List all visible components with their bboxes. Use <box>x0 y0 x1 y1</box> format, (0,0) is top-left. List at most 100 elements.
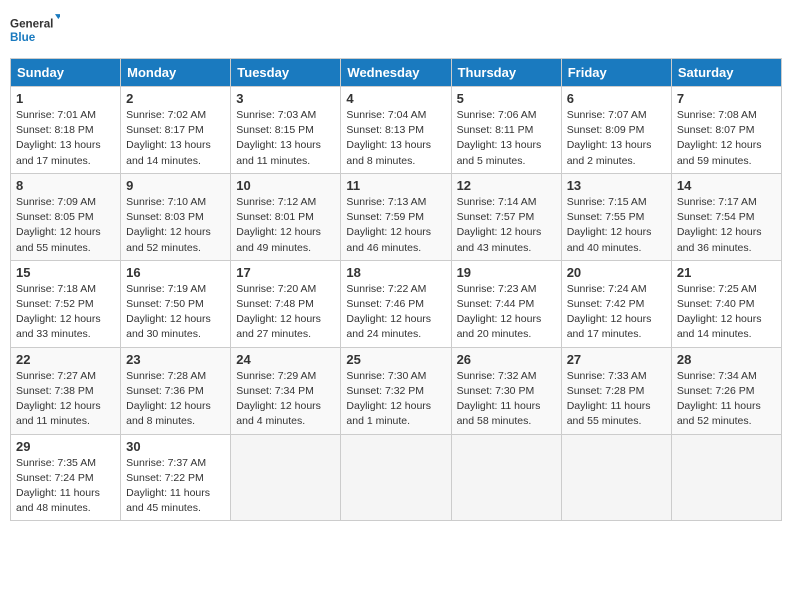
cell-info: Sunrise: 7:10 AMSunset: 8:03 PMDaylight:… <box>126 195 225 256</box>
calendar-cell: 12 Sunrise: 7:14 AMSunset: 7:57 PMDayligh… <box>451 173 561 260</box>
col-header-sunday: Sunday <box>11 59 121 87</box>
day-number: 4 <box>346 91 445 106</box>
page-header: General Blue <box>10 10 782 50</box>
cell-info: Sunrise: 7:19 AMSunset: 7:50 PMDaylight:… <box>126 282 225 343</box>
calendar-cell: 1 Sunrise: 7:01 AMSunset: 8:18 PMDaylight… <box>11 87 121 174</box>
day-number: 18 <box>346 265 445 280</box>
cell-info: Sunrise: 7:13 AMSunset: 7:59 PMDaylight:… <box>346 195 445 256</box>
week-row-3: 15Sunrise: 7:18 AMSunset: 7:52 PMDayligh… <box>11 260 782 347</box>
cell-info: Sunrise: 7:28 AMSunset: 7:36 PMDaylight:… <box>126 369 225 430</box>
day-number: 22 <box>16 352 115 367</box>
calendar-cell: 16 Sunrise: 7:19 AMSunset: 7:50 PMDayligh… <box>121 260 231 347</box>
calendar-cell <box>451 434 561 521</box>
calendar-cell: 3 Sunrise: 7:03 AMSunset: 8:15 PMDaylight… <box>231 87 341 174</box>
cell-info: Sunrise: 7:15 AMSunset: 7:55 PMDaylight:… <box>567 195 666 256</box>
day-number: 10 <box>236 178 335 193</box>
day-number: 14 <box>677 178 776 193</box>
day-number: 2 <box>126 91 225 106</box>
calendar-cell: 6Sunrise: 7:07 AMSunset: 8:09 PMDaylight… <box>561 87 671 174</box>
day-number: 7 <box>677 91 776 106</box>
day-number: 20 <box>567 265 666 280</box>
cell-info: Sunrise: 7:12 AMSunset: 8:01 PMDaylight:… <box>236 195 335 256</box>
calendar-cell: 27Sunrise: 7:33 AMSunset: 7:28 PMDayligh… <box>561 347 671 434</box>
calendar-cell <box>231 434 341 521</box>
day-number: 23 <box>126 352 225 367</box>
week-row-1: 1 Sunrise: 7:01 AMSunset: 8:18 PMDaylight… <box>11 87 782 174</box>
calendar-cell: 17Sunrise: 7:20 AMSunset: 7:48 PMDayligh… <box>231 260 341 347</box>
calendar-cell: 2 Sunrise: 7:02 AMSunset: 8:17 PMDaylight… <box>121 87 231 174</box>
cell-info: Sunrise: 7:33 AMSunset: 7:28 PMDaylight:… <box>567 369 666 430</box>
calendar-cell: 29 Sunrise: 7:35 AMSunset: 7:24 PMDayligh… <box>11 434 121 521</box>
day-number: 30 <box>126 439 225 454</box>
cell-info: Sunrise: 7:03 AMSunset: 8:15 PMDaylight:… <box>236 108 335 169</box>
week-row-5: 29 Sunrise: 7:35 AMSunset: 7:24 PMDayligh… <box>11 434 782 521</box>
cell-info: Sunrise: 7:22 AMSunset: 7:46 PMDaylight:… <box>346 282 445 343</box>
calendar-cell: 11 Sunrise: 7:13 AMSunset: 7:59 PMDayligh… <box>341 173 451 260</box>
cell-info: Sunrise: 7:27 AMSunset: 7:38 PMDaylight:… <box>16 369 115 430</box>
cell-info: Sunrise: 7:29 AMSunset: 7:34 PMDaylight:… <box>236 369 335 430</box>
calendar-cell: 26 Sunrise: 7:32 AMSunset: 7:30 PMDayligh… <box>451 347 561 434</box>
header-row: SundayMondayTuesdayWednesdayThursdayFrid… <box>11 59 782 87</box>
day-number: 12 <box>457 178 556 193</box>
calendar-cell: 30 Sunrise: 7:37 AMSunset: 7:22 PMDayligh… <box>121 434 231 521</box>
calendar-cell: 8 Sunrise: 7:09 AMSunset: 8:05 PMDaylight… <box>11 173 121 260</box>
col-header-saturday: Saturday <box>671 59 781 87</box>
calendar-table: SundayMondayTuesdayWednesdayThursdayFrid… <box>10 58 782 521</box>
calendar-cell: 20 Sunrise: 7:24 AMSunset: 7:42 PMDayligh… <box>561 260 671 347</box>
col-header-friday: Friday <box>561 59 671 87</box>
cell-info: Sunrise: 7:30 AMSunset: 7:32 PMDaylight:… <box>346 369 445 430</box>
calendar-cell: 22 Sunrise: 7:27 AMSunset: 7:38 PMDayligh… <box>11 347 121 434</box>
calendar-cell: 18 Sunrise: 7:22 AMSunset: 7:46 PMDayligh… <box>341 260 451 347</box>
calendar-cell: 23 Sunrise: 7:28 AMSunset: 7:36 PMDayligh… <box>121 347 231 434</box>
calendar-cell: 7 Sunrise: 7:08 AMSunset: 8:07 PMDaylight… <box>671 87 781 174</box>
day-number: 19 <box>457 265 556 280</box>
cell-info: Sunrise: 7:06 AMSunset: 8:11 PMDaylight:… <box>457 108 556 169</box>
cell-info: Sunrise: 7:08 AMSunset: 8:07 PMDaylight:… <box>677 108 776 169</box>
cell-info: Sunrise: 7:02 AMSunset: 8:17 PMDaylight:… <box>126 108 225 169</box>
cell-info: Sunrise: 7:18 AMSunset: 7:52 PMDaylight:… <box>16 282 115 343</box>
cell-info: Sunrise: 7:07 AMSunset: 8:09 PMDaylight:… <box>567 108 666 169</box>
cell-info: Sunrise: 7:14 AMSunset: 7:57 PMDaylight:… <box>457 195 556 256</box>
calendar-cell <box>561 434 671 521</box>
col-header-thursday: Thursday <box>451 59 561 87</box>
day-number: 26 <box>457 352 556 367</box>
day-number: 11 <box>346 178 445 193</box>
calendar-cell: 28Sunrise: 7:34 AMSunset: 7:26 PMDayligh… <box>671 347 781 434</box>
day-number: 5 <box>457 91 556 106</box>
calendar-cell: 14 Sunrise: 7:17 AMSunset: 7:54 PMDayligh… <box>671 173 781 260</box>
cell-info: Sunrise: 7:25 AMSunset: 7:40 PMDaylight:… <box>677 282 776 343</box>
calendar-cell: 9 Sunrise: 7:10 AMSunset: 8:03 PMDaylight… <box>121 173 231 260</box>
week-row-2: 8 Sunrise: 7:09 AMSunset: 8:05 PMDaylight… <box>11 173 782 260</box>
calendar-cell: 4Sunrise: 7:04 AMSunset: 8:13 PMDaylight… <box>341 87 451 174</box>
day-number: 29 <box>16 439 115 454</box>
col-header-monday: Monday <box>121 59 231 87</box>
cell-info: Sunrise: 7:24 AMSunset: 7:42 PMDaylight:… <box>567 282 666 343</box>
calendar-cell: 5 Sunrise: 7:06 AMSunset: 8:11 PMDaylight… <box>451 87 561 174</box>
col-header-tuesday: Tuesday <box>231 59 341 87</box>
svg-text:Blue: Blue <box>10 31 36 44</box>
day-number: 25 <box>346 352 445 367</box>
calendar-cell: 10 Sunrise: 7:12 AMSunset: 8:01 PMDayligh… <box>231 173 341 260</box>
cell-info: Sunrise: 7:35 AMSunset: 7:24 PMDaylight:… <box>16 456 115 517</box>
cell-info: Sunrise: 7:32 AMSunset: 7:30 PMDaylight:… <box>457 369 556 430</box>
day-number: 28 <box>677 352 776 367</box>
day-number: 13 <box>567 178 666 193</box>
logo-svg: General Blue <box>10 10 60 50</box>
cell-info: Sunrise: 7:17 AMSunset: 7:54 PMDaylight:… <box>677 195 776 256</box>
calendar-cell: 13 Sunrise: 7:15 AMSunset: 7:55 PMDayligh… <box>561 173 671 260</box>
day-number: 9 <box>126 178 225 193</box>
calendar-cell: 15Sunrise: 7:18 AMSunset: 7:52 PMDayligh… <box>11 260 121 347</box>
cell-info: Sunrise: 7:09 AMSunset: 8:05 PMDaylight:… <box>16 195 115 256</box>
cell-info: Sunrise: 7:23 AMSunset: 7:44 PMDaylight:… <box>457 282 556 343</box>
svg-text:General: General <box>10 18 53 31</box>
calendar-cell <box>671 434 781 521</box>
day-number: 8 <box>16 178 115 193</box>
cell-info: Sunrise: 7:37 AMSunset: 7:22 PMDaylight:… <box>126 456 225 517</box>
day-number: 1 <box>16 91 115 106</box>
logo: General Blue <box>10 10 60 50</box>
day-number: 3 <box>236 91 335 106</box>
day-number: 21 <box>677 265 776 280</box>
day-number: 16 <box>126 265 225 280</box>
cell-info: Sunrise: 7:01 AMSunset: 8:18 PMDaylight:… <box>16 108 115 169</box>
calendar-cell <box>341 434 451 521</box>
